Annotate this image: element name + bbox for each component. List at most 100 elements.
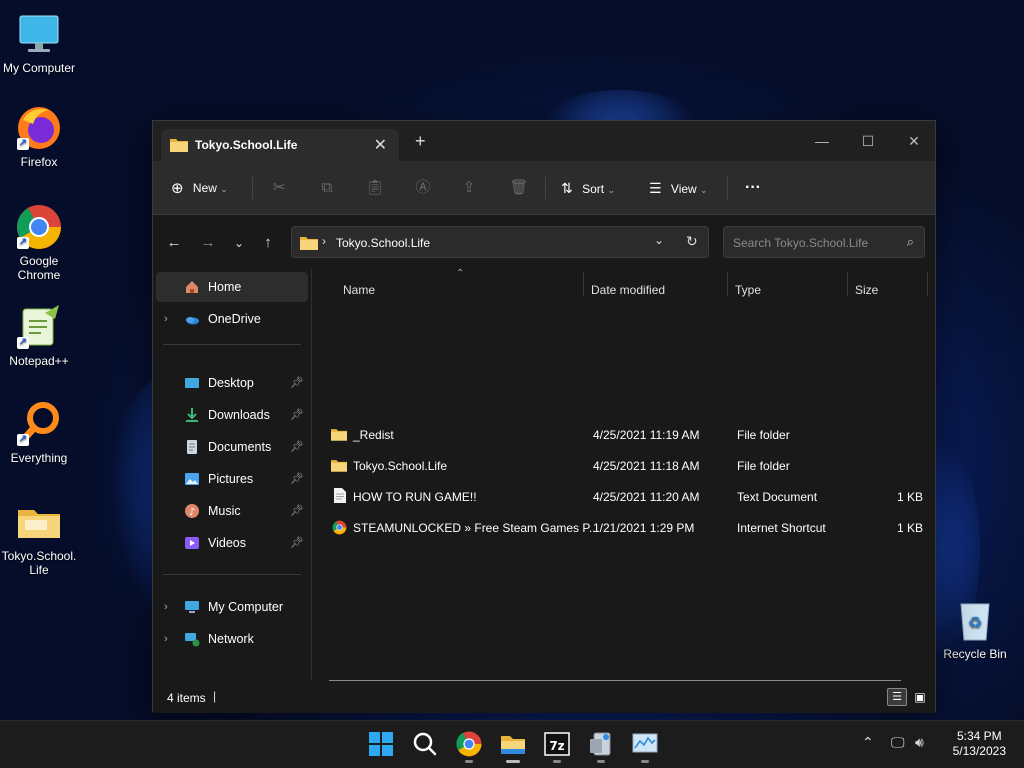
sort-button[interactable]: ⇅ Sort ⌄ bbox=[561, 175, 615, 201]
new-tab-button[interactable]: + bbox=[415, 132, 426, 150]
back-arrow-icon[interactable]: ← bbox=[163, 232, 185, 254]
volume-icon[interactable]: 🔊︎ bbox=[915, 734, 924, 751]
up-arrow-icon[interactable]: ↑ bbox=[257, 232, 279, 254]
sidebar-item-home[interactable]: Home bbox=[156, 272, 308, 302]
desktop-icon-label: Firefox bbox=[20, 155, 58, 169]
taskbar-chrome[interactable] bbox=[454, 729, 484, 763]
desktop-icon-chrome[interactable]: ↗ Google Chrome bbox=[0, 203, 78, 282]
more-options-icon[interactable]: ··· bbox=[745, 175, 761, 201]
show-hidden-icons-chevron-icon[interactable]: ⌃ bbox=[862, 734, 874, 751]
start-button[interactable] bbox=[366, 729, 396, 759]
sidebar-item-label: Videos bbox=[208, 536, 246, 550]
view-button[interactable]: ☰ View ⌄ bbox=[649, 175, 708, 201]
tab-close-button[interactable]: ✕ bbox=[374, 135, 387, 155]
desktop-icon-my-computer[interactable]: My Computer bbox=[0, 10, 78, 75]
taskbar-resource-monitor[interactable] bbox=[630, 729, 660, 763]
text-document-icon bbox=[334, 488, 346, 503]
music-icon: ♪ bbox=[185, 504, 199, 518]
desktop-icon-tokyo-folder[interactable]: Tokyo.School. Life bbox=[0, 498, 78, 577]
title-bar[interactable]: Tokyo.School.Life ✕ + — ☐ ✕ bbox=[153, 121, 935, 161]
file-type: File folder bbox=[737, 459, 790, 473]
tiles-view-icon[interactable]: ▣ bbox=[911, 688, 929, 706]
search-button[interactable] bbox=[410, 729, 440, 759]
details-view-icon[interactable]: ☰ bbox=[887, 688, 907, 706]
breadcrumb-tokyo-school-life[interactable]: Tokyo.School.Life bbox=[336, 236, 430, 250]
desktop-icon-notepadpp[interactable]: ↗ Notepad++ bbox=[0, 303, 78, 368]
pin-icon[interactable]: 📌︎ bbox=[290, 432, 304, 462]
shortcut-arrow-icon: ↗ bbox=[17, 434, 29, 446]
system-clock[interactable]: 5:34 PM 5/13/2023 bbox=[953, 729, 1006, 759]
sidebar-item-music[interactable]: ♪ Music 📌︎ bbox=[156, 496, 308, 526]
tab-title: Tokyo.School.Life bbox=[195, 138, 298, 152]
search-input[interactable]: Search Tokyo.School.Life ⌕ bbox=[723, 226, 925, 258]
sidebar-item-desktop[interactable]: Desktop 📌︎ bbox=[156, 368, 308, 398]
share-icon[interactable]: ⇪ bbox=[455, 175, 483, 201]
desktop-icon-recycle-bin[interactable]: ♻ Recycle Bin bbox=[936, 596, 1014, 661]
column-header-type[interactable]: Type bbox=[735, 283, 761, 305]
file-list: ⌃ Name Date modified Type Size _Redist 4… bbox=[313, 268, 937, 682]
taskbar-app-installer[interactable] bbox=[586, 729, 616, 763]
paste-icon[interactable]: 📋︎ bbox=[361, 175, 389, 201]
firefox-icon: ↗ bbox=[15, 104, 63, 152]
maximize-button[interactable]: ☐ bbox=[845, 127, 891, 155]
pin-icon[interactable]: 📌︎ bbox=[290, 368, 304, 398]
column-header-date-modified[interactable]: Date modified bbox=[591, 283, 665, 305]
address-bar[interactable]: › Tokyo.School.Life ⌄ ↻ bbox=[291, 226, 709, 258]
desktop-icon-label: Google Chrome bbox=[17, 254, 61, 282]
tab-tokyo-school-life[interactable]: Tokyo.School.Life ✕ bbox=[161, 129, 399, 161]
new-button[interactable]: ⊕ New ⌄ bbox=[171, 175, 228, 201]
column-divider[interactable] bbox=[583, 272, 584, 296]
column-header-size[interactable]: Size bbox=[855, 283, 878, 305]
chrome-shortcut-icon bbox=[332, 520, 347, 535]
desktop-icon-everything[interactable]: ↗ Everything bbox=[0, 400, 78, 465]
magnifier-icon: ↗ bbox=[15, 400, 63, 448]
chevron-right-icon[interactable]: › bbox=[164, 304, 168, 334]
taskbar-7zip[interactable]: 7z bbox=[542, 729, 572, 763]
column-header-name[interactable]: Name bbox=[343, 283, 375, 305]
search-placeholder: Search Tokyo.School.Life bbox=[733, 236, 869, 250]
taskbar-file-explorer[interactable] bbox=[498, 729, 528, 763]
installer-icon bbox=[590, 732, 611, 756]
sidebar-item-pictures[interactable]: Pictures 📌︎ bbox=[156, 464, 308, 494]
active-indicator bbox=[506, 760, 520, 763]
forward-arrow-icon[interactable]: → bbox=[197, 232, 219, 254]
pin-icon[interactable]: 📌︎ bbox=[290, 400, 304, 430]
nav-divider bbox=[163, 344, 301, 345]
sidebar-item-documents[interactable]: Documents 📌︎ bbox=[156, 432, 308, 462]
close-button[interactable]: ✕ bbox=[891, 127, 937, 155]
chevron-right-icon[interactable]: › bbox=[164, 592, 168, 622]
refresh-icon[interactable]: ↻ bbox=[686, 233, 698, 250]
desktop-icon-label: Everything bbox=[10, 451, 68, 465]
pin-icon[interactable]: 📌︎ bbox=[290, 496, 304, 526]
shortcut-arrow-icon: ↗ bbox=[17, 337, 29, 349]
recycle-bin-icon: ♻ bbox=[951, 596, 999, 644]
recent-locations-chevron-icon[interactable]: ⌄ bbox=[228, 232, 250, 254]
toolbar-divider bbox=[252, 177, 253, 199]
sidebar-item-downloads[interactable]: Downloads 📌︎ bbox=[156, 400, 308, 430]
minimize-button[interactable]: — bbox=[799, 127, 845, 155]
cut-icon[interactable]: ✂ bbox=[265, 175, 293, 201]
file-row[interactable]: STEAMUNLOCKED » Free Steam Games P... 1/… bbox=[323, 513, 929, 544]
column-divider[interactable] bbox=[847, 272, 848, 296]
command-bar: ⊕ New ⌄ ✂ ⧉ 📋︎ Ⓐ ⇪ 🗑︎ ⇅ Sort ⌄ ☰ View ⌄ … bbox=[153, 161, 935, 215]
chevron-right-icon[interactable]: › bbox=[164, 624, 168, 654]
desktop-icon-label: Tokyo.School. Life bbox=[1, 549, 77, 577]
desktop-icon-firefox[interactable]: ↗ Firefox bbox=[0, 104, 78, 169]
sidebar-item-my-computer[interactable]: › My Computer bbox=[156, 592, 308, 622]
sidebar-item-onedrive[interactable]: › OneDrive bbox=[156, 304, 308, 334]
file-row[interactable]: HOW TO RUN GAME!! 4/25/2021 11:20 AM Tex… bbox=[323, 482, 929, 513]
delete-icon[interactable]: 🗑︎ bbox=[505, 175, 533, 201]
column-divider[interactable] bbox=[727, 272, 728, 296]
copy-icon[interactable]: ⧉ bbox=[313, 175, 341, 201]
sidebar-item-network[interactable]: › Network bbox=[156, 624, 308, 654]
rename-icon[interactable]: Ⓐ bbox=[409, 175, 437, 201]
pin-icon[interactable]: 📌︎ bbox=[290, 528, 304, 558]
file-row[interactable]: _Redist 4/25/2021 11:19 AM File folder bbox=[323, 420, 929, 451]
network-status-icon[interactable]: 🖵︎ bbox=[891, 734, 905, 751]
sidebar-item-videos[interactable]: Videos 📌︎ bbox=[156, 528, 308, 558]
file-row[interactable]: Tokyo.School.Life 4/25/2021 11:18 AM Fil… bbox=[323, 451, 929, 482]
pin-icon[interactable]: 📌︎ bbox=[290, 464, 304, 494]
address-dropdown-chevron-icon[interactable]: ⌄ bbox=[654, 233, 664, 247]
desktop-icon-label: Notepad++ bbox=[9, 354, 69, 368]
column-divider[interactable] bbox=[927, 272, 928, 296]
